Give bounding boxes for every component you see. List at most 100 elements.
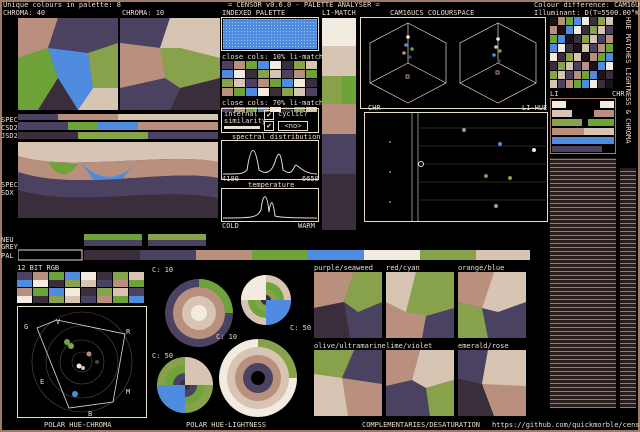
comp-olive-ultramarine (314, 350, 382, 416)
cyclic-no-button[interactable]: <no> (278, 121, 308, 131)
colourspace-label: CAM16UCS COLOURSPACE (390, 9, 475, 17)
close-col-swatch (306, 79, 317, 87)
close-col-swatch (282, 61, 293, 69)
polar-m-label: M (126, 388, 131, 396)
palette-matrix-cell (590, 71, 597, 79)
palette-matrix-cell (606, 17, 613, 25)
12bit-rgb-label: 12 BIT RGB (17, 264, 60, 272)
chr-label: CHR (368, 104, 381, 112)
palette-matrix-cell (558, 35, 565, 43)
palette-matrix-cell (566, 35, 573, 43)
li-match-strip (322, 18, 356, 230)
close-col-swatch (270, 79, 281, 87)
rgb-tile-lower (81, 296, 96, 303)
polar-hue-chroma (17, 306, 147, 418)
palette-matrix-cell (558, 44, 565, 52)
palette-matrix-cell (582, 17, 589, 25)
c50-label-a: C: 50 (290, 324, 312, 332)
illuminant-label: Illuminant: D(T=5500.00°K) (534, 9, 640, 17)
palette-matrix-cell (566, 80, 573, 88)
palette-strip-swatch (420, 250, 476, 260)
palette-matrix-cell (550, 35, 557, 43)
close-col-swatch (258, 61, 269, 69)
close-col-swatch (294, 79, 305, 87)
palette-matrix-cell (606, 71, 613, 79)
palette-matrix-cell (582, 62, 589, 70)
chroma-ladder (620, 168, 636, 408)
temp-warm-label: WARM (298, 222, 315, 230)
ring-c10-b (219, 339, 297, 417)
palette-matrix-cell (590, 17, 597, 25)
palette-matrix-cell (566, 44, 573, 52)
footer-github-link[interactable]: https://github.com/quickmorble/censor (492, 421, 640, 429)
similarity-checkbox[interactable]: ✔ (264, 110, 274, 120)
palette-matrix-cell (582, 53, 589, 61)
rgb-tile-lower (129, 296, 144, 303)
chroma40-label: CHROMA: 40 (3, 9, 46, 17)
palette-matrix-cell (590, 35, 597, 43)
cyclic-checkbox[interactable]: ✔ (264, 121, 274, 131)
palette-matrix-cell (558, 80, 565, 88)
palette-matrix-cell (598, 71, 605, 79)
colourspace-plot (360, 17, 546, 109)
comp-purple-seaweed (314, 272, 382, 338)
rgb-tile-lower (113, 296, 128, 303)
close-col-swatch (306, 70, 317, 78)
similarity-label: similarity (224, 117, 267, 125)
orange-blue-label: orange/blue (458, 264, 505, 272)
spectral-bands (18, 142, 218, 218)
close-col-swatch (258, 79, 269, 87)
close-col-swatch (222, 61, 233, 69)
palette-matrix-cell (550, 44, 557, 52)
palette-matrix-cell (590, 53, 597, 61)
chr-right-label: CHR (612, 90, 625, 98)
close-cols-10-label: close cols: 10% li-match (222, 53, 324, 61)
spectral-max-label: 6650 (302, 175, 319, 183)
close-col-swatch (306, 61, 317, 69)
olive-ultramarine-label: olive/ultramarine (314, 342, 386, 350)
close-cols-70-label: close cols: 70% li-match (222, 99, 324, 107)
polar-b-label: B (88, 410, 93, 418)
palette-matrix-cell (606, 53, 613, 61)
palette-matrix-cell (590, 26, 597, 34)
censor-window: Unique colours in palette: 8 = CENSOR v0… (0, 0, 640, 432)
rgb-tile-lower (129, 280, 144, 287)
red-cyan-label: red/cyan (386, 264, 420, 272)
close-col-swatch (234, 70, 245, 78)
close-col-swatch (222, 88, 233, 96)
neutral-palette-strip (18, 234, 530, 261)
c10-label-a: C: 10 (152, 266, 174, 274)
rgb-tile-lower (97, 296, 112, 303)
ring-c50 (241, 275, 291, 325)
palette-matrix-cell (574, 62, 581, 70)
temp-cold-label: COLD (222, 222, 239, 230)
palette-matrix-cell (574, 80, 581, 88)
palette-matrix-cell (590, 80, 597, 88)
close-col-swatch (270, 61, 281, 69)
palette-matrix-cell (558, 17, 565, 25)
close-col-swatch (246, 88, 257, 96)
palette-matrix-cell (574, 35, 581, 43)
grey-label: GREY (1, 243, 18, 251)
palette-matrix-cell (606, 26, 613, 34)
palette-matrix[interactable] (550, 17, 616, 89)
rgb-tile-lower (81, 280, 96, 287)
li-hue-plot (364, 112, 548, 222)
palette-matrix-cell (566, 53, 573, 61)
palette-matrix-cell (566, 71, 573, 79)
close-col-swatch (246, 70, 257, 78)
similarity-bar (224, 126, 260, 129)
close-col-swatch (258, 70, 269, 78)
spec-label: SPEC (1, 116, 18, 124)
palette-matrix-cell (582, 44, 589, 52)
rgb-tile-lower (49, 296, 64, 303)
spec-sdx-label: SPEC (1, 181, 18, 189)
close-col-swatch (234, 79, 245, 87)
comp-lime-violet (386, 350, 454, 416)
rgb-tile-lower (113, 280, 128, 287)
indexed-palette-grid[interactable] (223, 19, 317, 49)
rgb-tile-lower (65, 296, 80, 303)
close-col-swatch (306, 88, 317, 96)
close-col-swatch (234, 88, 245, 96)
close-col-swatch (294, 61, 305, 69)
